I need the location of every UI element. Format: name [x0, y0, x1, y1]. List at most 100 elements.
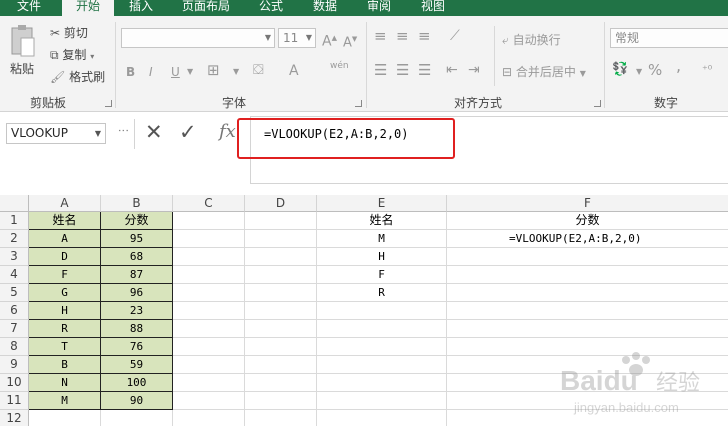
- row-header[interactable]: 6: [0, 302, 29, 320]
- empty-cell[interactable]: [173, 266, 245, 284]
- empty-cell[interactable]: [173, 410, 245, 426]
- alignment-launcher-icon[interactable]: [594, 100, 601, 107]
- font-size-select[interactable]: 11 ▼: [278, 28, 316, 48]
- tab-page-layout[interactable]: 页面布局: [172, 0, 240, 16]
- font-name-select[interactable]: ▼: [121, 28, 275, 48]
- table-cell-name[interactable]: F: [29, 266, 101, 284]
- table-cell-score[interactable]: 100: [101, 374, 173, 392]
- row-header[interactable]: 4: [0, 266, 29, 284]
- column-header-a[interactable]: A: [29, 195, 101, 212]
- empty-cell[interactable]: [245, 410, 317, 426]
- number-format-select[interactable]: 常规: [610, 28, 728, 48]
- select-all-corner[interactable]: [0, 195, 29, 212]
- table-cell-score[interactable]: 95: [101, 230, 173, 248]
- table-cell-name[interactable]: M: [29, 392, 101, 410]
- tab-review[interactable]: 审阅: [356, 0, 402, 16]
- row-header[interactable]: 7: [0, 320, 29, 338]
- increase-decimal-icon[interactable]: ⁺⁰: [702, 62, 712, 78]
- table-cell-score[interactable]: 68: [101, 248, 173, 266]
- table-cell-name[interactable]: N: [29, 374, 101, 392]
- table-cell-name[interactable]: A: [29, 230, 101, 248]
- row-header[interactable]: 10: [0, 374, 29, 392]
- cell-e4[interactable]: F: [317, 266, 447, 284]
- empty-cell[interactable]: [173, 320, 245, 338]
- align-top-icon[interactable]: ≡: [374, 28, 387, 44]
- column-header-d[interactable]: D: [245, 195, 317, 212]
- empty-cell[interactable]: [317, 392, 447, 410]
- align-right-icon[interactable]: ☰: [418, 62, 431, 78]
- paste-icon[interactable]: [10, 24, 36, 58]
- cell-e1[interactable]: 姓名: [317, 212, 447, 230]
- row-header[interactable]: 5: [0, 284, 29, 302]
- percent-button[interactable]: %: [648, 62, 662, 78]
- empty-cell[interactable]: [101, 410, 173, 426]
- cancel-icon[interactable]: ✕: [145, 120, 163, 144]
- empty-cell[interactable]: [173, 356, 245, 374]
- orientation-icon[interactable]: ⟋: [450, 28, 460, 44]
- empty-cell[interactable]: [173, 284, 245, 302]
- tab-view[interactable]: 视图: [410, 0, 456, 16]
- empty-cell[interactable]: [317, 338, 447, 356]
- row-header[interactable]: 1: [0, 212, 29, 230]
- table-cell-name[interactable]: H: [29, 302, 101, 320]
- table-cell-score[interactable]: 90: [101, 392, 173, 410]
- shrink-font-button[interactable]: A▼: [343, 31, 357, 51]
- empty-cell[interactable]: [317, 374, 447, 392]
- cell-b1[interactable]: 分数: [101, 212, 173, 230]
- tab-data[interactable]: 数据: [302, 0, 348, 16]
- empty-cell[interactable]: [447, 284, 728, 302]
- table-cell-name[interactable]: R: [29, 320, 101, 338]
- table-cell-name[interactable]: G: [29, 284, 101, 302]
- empty-cell[interactable]: [245, 356, 317, 374]
- tab-file[interactable]: 文件: [0, 0, 58, 16]
- empty-cell[interactable]: [29, 410, 101, 426]
- cell-e3[interactable]: H: [317, 248, 447, 266]
- italic-button[interactable]: I: [149, 64, 153, 80]
- empty-cell[interactable]: [173, 230, 245, 248]
- underline-button[interactable]: U: [171, 64, 180, 80]
- insert-function-button[interactable]: fx: [219, 121, 236, 142]
- cell-e2[interactable]: M: [317, 230, 447, 248]
- enter-checkmark-icon[interactable]: ✓: [179, 120, 197, 144]
- decrease-indent-icon[interactable]: ⇤: [446, 62, 458, 78]
- column-header-c[interactable]: C: [173, 195, 245, 212]
- empty-cell[interactable]: [245, 302, 317, 320]
- phonetic-guide-icon[interactable]: wén: [330, 58, 349, 74]
- empty-cell[interactable]: [447, 266, 728, 284]
- table-cell-score[interactable]: 88: [101, 320, 173, 338]
- empty-cell[interactable]: [245, 212, 317, 230]
- empty-cell[interactable]: [317, 410, 447, 426]
- clipboard-launcher-icon[interactable]: [105, 100, 112, 107]
- empty-cell[interactable]: [173, 248, 245, 266]
- empty-cell[interactable]: [317, 302, 447, 320]
- name-box[interactable]: VLOOKUP ▼: [6, 123, 106, 144]
- table-cell-score[interactable]: 23: [101, 302, 173, 320]
- table-cell-score[interactable]: 59: [101, 356, 173, 374]
- empty-cell[interactable]: [173, 212, 245, 230]
- empty-cell[interactable]: [173, 392, 245, 410]
- empty-cell[interactable]: [173, 338, 245, 356]
- column-header-b[interactable]: B: [101, 195, 173, 212]
- empty-cell[interactable]: [245, 284, 317, 302]
- paste-button[interactable]: 粘贴: [10, 60, 34, 77]
- empty-cell[interactable]: [173, 302, 245, 320]
- cell-f1[interactable]: 分数: [447, 212, 728, 230]
- align-middle-icon[interactable]: ≡: [396, 28, 409, 44]
- increase-indent-icon[interactable]: ⇥: [468, 62, 480, 78]
- row-header[interactable]: 2: [0, 230, 29, 248]
- cell-f2[interactable]: =VLOOKUP(E2,A:B,2,0): [447, 230, 728, 248]
- cell-e5[interactable]: R: [317, 284, 447, 302]
- empty-cell[interactable]: [245, 320, 317, 338]
- tab-home[interactable]: 开始: [62, 0, 114, 16]
- font-color-button[interactable]: A: [289, 63, 299, 79]
- column-header-e[interactable]: E: [317, 195, 447, 212]
- table-cell-score[interactable]: 76: [101, 338, 173, 356]
- align-bottom-icon[interactable]: ≡: [418, 28, 431, 44]
- merge-center-button[interactable]: ⊟ 合并后居中 ▼: [502, 64, 586, 82]
- copy-button[interactable]: ⧉ 复制 ▾: [50, 47, 94, 65]
- table-cell-name[interactable]: B: [29, 356, 101, 374]
- underline-dropdown-icon[interactable]: ▼: [187, 64, 193, 80]
- resize-handle-icon[interactable]: ⋮: [117, 125, 130, 134]
- table-cell-score[interactable]: 96: [101, 284, 173, 302]
- empty-cell[interactable]: [245, 230, 317, 248]
